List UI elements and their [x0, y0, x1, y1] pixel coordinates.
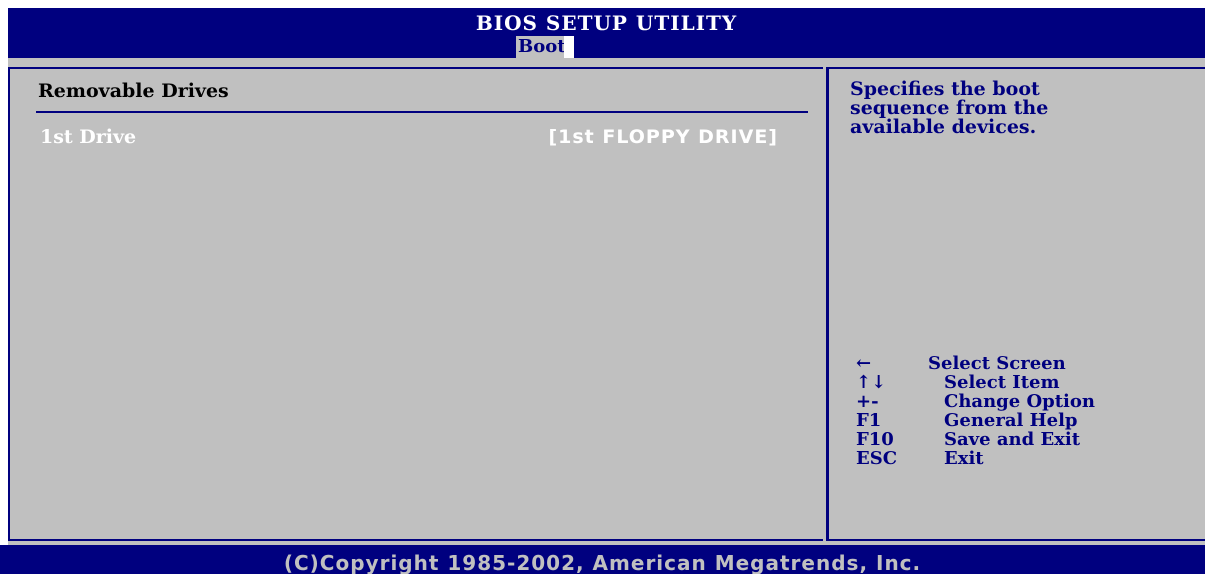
bios-title: BIOS SETUP UTILITY [475, 11, 738, 35]
key-row-select-screen: ← Select Screen [856, 354, 1186, 373]
key-row-change-option: +- Change Option [856, 392, 1186, 411]
esc-key: ESC [856, 448, 898, 469]
help-description: Specifies the boot sequence from the ava… [850, 80, 1190, 137]
section-title: Removable Drives [38, 80, 229, 102]
f1-key: F1 [856, 410, 882, 431]
key-row-exit: ESC Exit [856, 449, 1186, 468]
title-bar: BIOS SETUP UTILITY Boot [8, 8, 1205, 58]
help-frame [829, 67, 1205, 541]
key-row-general-help: F1 General Help [856, 411, 1186, 430]
section-divider [36, 111, 808, 113]
key-description: Select Screen [928, 353, 1066, 374]
key-description: Save and Exit [944, 429, 1081, 450]
option-value[interactable]: [1st FLOPPY DRIVE] [548, 126, 778, 148]
key-legend: ← Select Screen ↑↓ Select Item +- Change… [856, 354, 1186, 468]
help-line: available devices. [850, 116, 1037, 138]
tab-boot[interactable]: Boot [516, 36, 568, 58]
footer-bar: (C)Copyright 1985-2002, American Megatre… [0, 545, 1205, 574]
up-down-arrow-key: ↑↓ [856, 372, 887, 393]
key-description: General Help [944, 410, 1078, 431]
left-arrow-key: ← [856, 353, 872, 374]
bios-screen: BIOS SETUP UTILITY Boot Removable Drives… [0, 0, 1205, 574]
option-label: 1st Drive [40, 126, 137, 148]
copyright-notice: (C)Copyright 1985-2002, American Megatre… [283, 551, 922, 574]
tab-cursor [564, 36, 574, 58]
key-description: Select Item [944, 372, 1060, 393]
plus-minus-key: +- [856, 391, 879, 412]
key-row-select-item: ↑↓ Select Item [856, 373, 1186, 392]
key-row-save-exit: F10 Save and Exit [856, 430, 1186, 449]
boot-option-1st-drive[interactable]: 1st Drive [1st FLOPPY DRIVE] [36, 124, 808, 152]
key-description: Change Option [944, 391, 1095, 412]
key-description: Exit [944, 448, 984, 469]
f10-key: F10 [856, 429, 894, 450]
